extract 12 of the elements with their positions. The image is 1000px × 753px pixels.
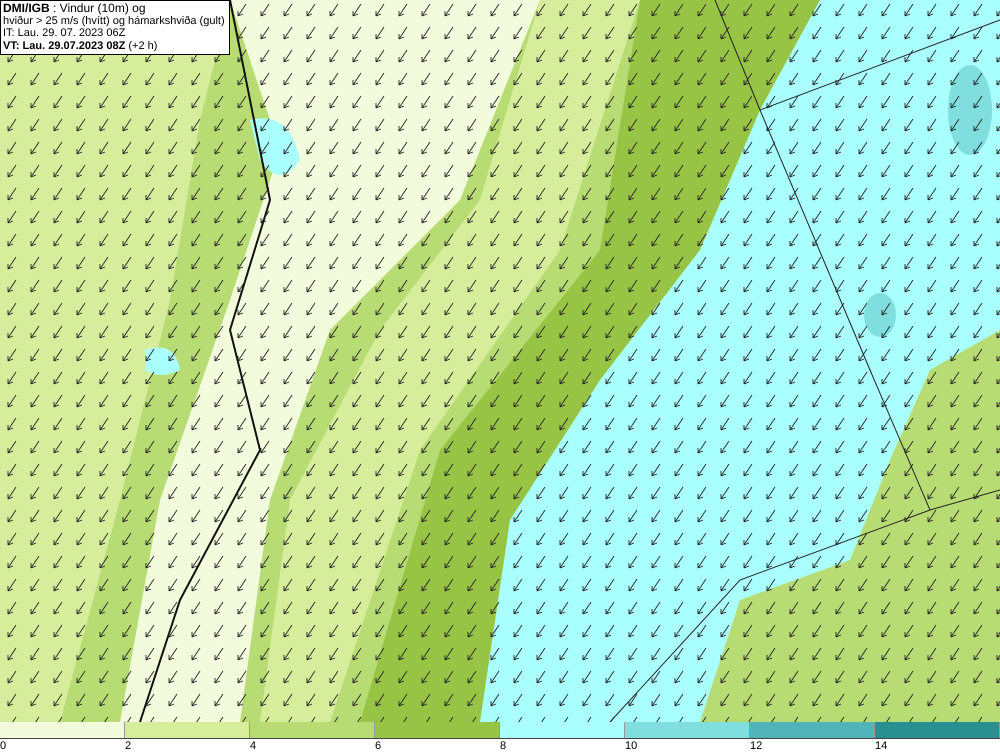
info-text: IT: Lau. 29. 07. 2023 06Z [3, 27, 126, 40]
legend-tick-label: 0 [0, 740, 6, 752]
legend-tick-label: 2 [125, 740, 132, 752]
info-text: DMI/IGB : Vindur (10m) og [3, 2, 146, 14]
legend-tick-label: 6 [375, 740, 382, 752]
legend-tick-label: 14 [875, 740, 888, 752]
legend-tick-label: 8 [500, 740, 506, 752]
legend-tick-label: 4 [250, 740, 256, 752]
info-text: VT: Lau. 29.07.2023 08Z (+2 h) [3, 40, 158, 52]
legend-tick-label: 12 [750, 740, 762, 752]
info-text: hviður > 25 m/s (hvítt) og hámarkshviða (gult) [3, 14, 225, 27]
legend-tick-label: 10 [625, 740, 638, 752]
